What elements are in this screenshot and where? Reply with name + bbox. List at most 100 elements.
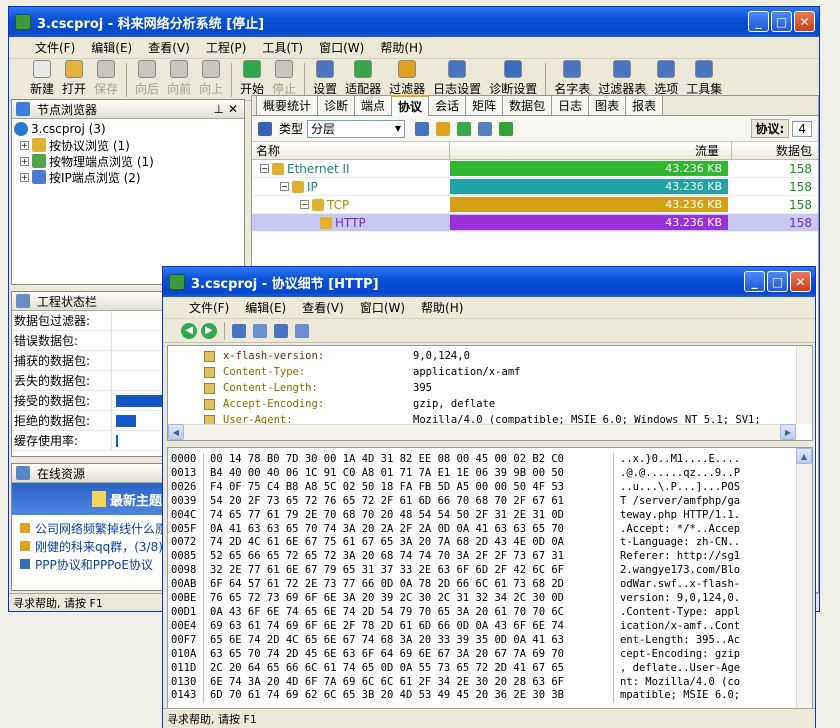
scroll-up-icon[interactable]: ▲	[796, 448, 812, 464]
hex-bytes[interactable]: 52 65 66 65 72 65 72 3A 20 68 74 74 70 3…	[210, 550, 613, 564]
toolbar-button-14[interactable]: 过滤器表	[595, 60, 649, 97]
hex-bytes[interactable]: 32 2E 77 61 6E 67 79 65 31 37 33 2E 63 6…	[210, 564, 613, 578]
expand-icon[interactable]: +	[20, 172, 29, 182]
hex-bytes[interactable]: B4 40 00 40 06 1C 91 C0 A8 01 71 7A E1 1…	[210, 467, 613, 481]
back-icon[interactable]: ◀	[181, 322, 197, 339]
tree-item-ip[interactable]: + 按IP端点浏览 (2)	[14, 169, 244, 185]
hex-bytes[interactable]: 65 6E 74 2D 4C 65 6E 67 74 68 3A 20 33 3…	[210, 634, 613, 648]
menu-item[interactable]: 窗口(W)	[311, 39, 372, 56]
scroll-left-icon[interactable]: ◀	[168, 424, 184, 440]
hex-bytes[interactable]: 00 14 78 B0 7D 30 00 1A 4D 31 82 EE 08 0…	[210, 453, 613, 467]
export-icon[interactable]	[457, 121, 472, 136]
menu-item[interactable]: 工具(T)	[254, 39, 311, 56]
column-packets[interactable]: 数据包	[732, 142, 818, 159]
save-icon[interactable]	[258, 121, 272, 136]
refresh-icon[interactable]	[499, 121, 514, 136]
toolbar-button-6[interactable]: 开始	[237, 60, 267, 97]
tab-5[interactable]: 矩阵	[465, 95, 504, 115]
hex-ascii[interactable]: version: 9,0,124,0.	[620, 592, 740, 606]
hex-ascii[interactable]: nt: Mozilla/4.0 (co	[620, 676, 740, 690]
hex-bytes[interactable]: 74 2D 4C 61 6E 67 75 61 67 65 3A 20 7A 6…	[210, 536, 613, 550]
hex-ascii[interactable]: ..x.}0..M1....E....	[620, 453, 740, 467]
toolbar-button-4[interactable]: 向前	[164, 60, 194, 97]
toolbar-button-7[interactable]: 停止	[269, 60, 299, 97]
detail-close-button[interactable]: ✕	[790, 271, 811, 292]
collapse-icon[interactable]: −	[280, 182, 289, 191]
menu-item[interactable]: 文件(F)	[27, 39, 83, 56]
forward-icon[interactable]: ▶	[201, 322, 217, 339]
grid-icon[interactable]	[415, 121, 430, 136]
menu-item[interactable]: 帮助(H)	[413, 299, 471, 316]
tab-9[interactable]: 报表	[625, 95, 664, 115]
protocol-row[interactable]: − Ethernet II 43.236 KB 158	[252, 160, 818, 178]
detail-maximize-button[interactable]: □	[767, 271, 788, 292]
pin-icon[interactable]: ⊥ ✕	[214, 102, 238, 116]
hex-ascii[interactable]: .Content-Type: appl	[620, 606, 740, 620]
hex-bytes[interactable]: 0A 41 63 63 65 70 74 3A 20 2A 2F 2A 0D 0…	[210, 523, 613, 537]
protocol-row[interactable]: HTTP 43.236 KB 158	[252, 214, 818, 232]
columns-icon[interactable]	[478, 121, 493, 136]
hex-vscroll[interactable]	[796, 448, 812, 708]
hex-ascii[interactable]: , deflate..User-Age	[620, 662, 740, 676]
tab-8[interactable]: 图表	[588, 95, 627, 115]
decode-vscroll[interactable]	[796, 346, 812, 424]
toolbar-button-11[interactable]: 日志设置	[430, 60, 484, 97]
main-titlebar[interactable]: 3.cscproj - 科来网络分析系统 [停止] _ □ ✕	[9, 7, 819, 37]
decode-field[interactable]: Content-Type: application/x-amf	[168, 364, 812, 380]
collapse-icon[interactable]: −	[300, 200, 309, 209]
filter-icon[interactable]	[436, 121, 451, 136]
hex-bytes[interactable]: 6F 64 57 61 72 2E 73 77 66 0D 0A 78 2D 6…	[210, 578, 613, 592]
toolbar-button-16[interactable]: 工具集	[683, 60, 725, 97]
hex-bytes[interactable]: 6E 74 3A 20 4D 6F 7A 69 6C 6C 61 2F 34 2…	[210, 676, 613, 690]
menu-item[interactable]: 文件(F)	[181, 299, 237, 316]
toolbar-button-5[interactable]: 向上	[196, 60, 226, 97]
decode-field[interactable]: Content-Length: 395	[168, 380, 812, 396]
protocol-row[interactable]: − TCP 43.236 KB 158	[252, 196, 818, 214]
hex-bytes[interactable]: 63 65 70 74 2D 45 6E 63 6F 64 69 6E 67 3…	[210, 648, 613, 662]
menu-item[interactable]: 编辑(E)	[237, 299, 294, 316]
toolbar-button-9[interactable]: 适配器	[342, 60, 384, 97]
maximize-button[interactable]: □	[771, 11, 792, 32]
toolbar-button-12[interactable]: 诊断设置	[486, 60, 540, 97]
expand-icon[interactable]: +	[20, 156, 29, 166]
tab-1[interactable]: 诊断	[317, 95, 356, 115]
scroll-right-icon[interactable]: ▶	[780, 424, 796, 440]
hex-ascii[interactable]: .@.@......qz...9..P	[620, 467, 740, 481]
tree-root[interactable]: 3.cscproj (3)	[14, 121, 244, 137]
toolbar-button-0[interactable]: 新建	[27, 60, 57, 97]
hex-ascii[interactable]: Referer: http://sg1	[620, 550, 740, 564]
minimize-button[interactable]: _	[748, 11, 769, 32]
type-select[interactable]: 分层 ▼	[307, 119, 406, 138]
hex-bytes[interactable]: 69 63 61 74 69 6F 6E 2F 78 2D 61 6D 66 0…	[210, 620, 613, 634]
toolbar-button-3[interactable]: 向后	[132, 60, 162, 97]
tab-4[interactable]: 会话	[428, 95, 467, 115]
toolbar-button-15[interactable]: 选项	[651, 60, 681, 97]
column-name[interactable]: 名称	[252, 142, 450, 159]
toolbar-button-8[interactable]: 设置	[310, 60, 340, 97]
tree-item-physical[interactable]: + 按物理端点浏览 (1)	[14, 153, 244, 169]
hex-ascii[interactable]: ication/x-amf..Cont	[620, 620, 740, 634]
hex-icon[interactable]	[253, 323, 267, 338]
toolbar-button-2[interactable]: 保存	[91, 60, 121, 97]
toolbar-button-1[interactable]: 打开	[59, 60, 89, 97]
tree-item-protocol[interactable]: + 按协议浏览 (1)	[14, 137, 244, 153]
menu-item[interactable]: 窗口(W)	[352, 299, 413, 316]
decode-field[interactable]: Accept-Encoding: gzip, deflate	[168, 396, 812, 412]
collapse-icon[interactable]: −	[260, 164, 269, 173]
expand-icon[interactable]: +	[20, 140, 29, 150]
menu-item[interactable]: 工程(P)	[198, 39, 255, 56]
hex-bytes[interactable]: F4 0F 75 C4 B8 A8 5C 02 50 18 FA FB 5D A…	[210, 481, 613, 495]
hex-ascii[interactable]: mpatible; MSIE 6.0;	[620, 689, 740, 703]
menu-item[interactable]: 查看(V)	[140, 39, 198, 56]
hex-ascii[interactable]: T /server/amfphp/ga	[620, 495, 740, 509]
menu-item[interactable]: 编辑(E)	[83, 39, 140, 56]
tab-3[interactable]: 协议	[391, 95, 430, 116]
decode-hscroll[interactable]	[168, 424, 796, 440]
hex-ascii[interactable]: teway.php HTTP/1.1.	[620, 509, 740, 523]
hex-ascii[interactable]: odWar.swf..x-flash-	[620, 578, 740, 592]
hex-bytes[interactable]: 76 65 72 73 69 6F 6E 3A 20 39 2C 30 2C 3…	[210, 592, 613, 606]
hex-ascii[interactable]: 2.wangye173.com/Blo	[620, 564, 740, 578]
hex-ascii[interactable]: cept-Encoding: gzip	[620, 648, 740, 662]
decode-field[interactable]: x-flash-version: 9,0,124,0	[168, 348, 812, 364]
menu-item[interactable]: 帮助(H)	[372, 39, 430, 56]
